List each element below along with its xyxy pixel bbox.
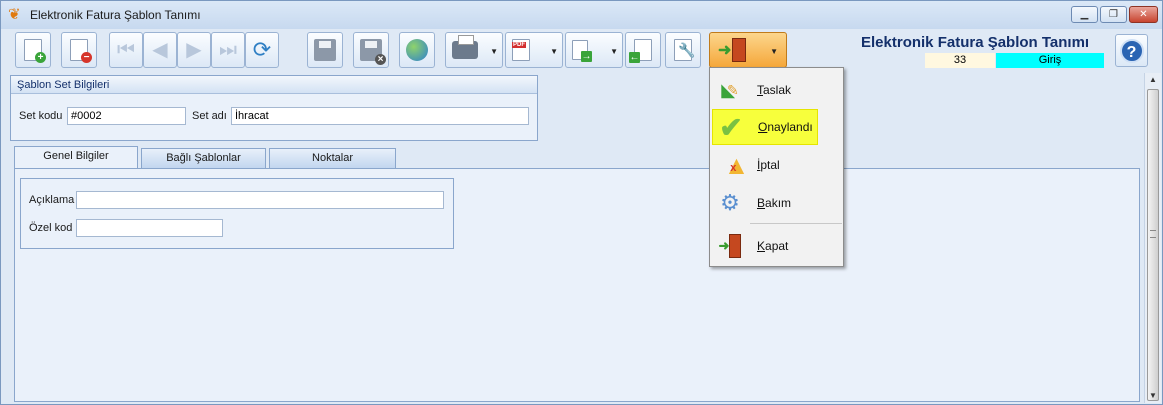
tools-button[interactable]: 🔧 — [665, 32, 701, 68]
tab-points[interactable]: Noktalar — [269, 148, 396, 168]
set-name-field[interactable]: İhracat — [231, 107, 529, 125]
title-bar: ❦ Elektronik Fatura Şablon Tanımı ▁ ❐ ✕ — [1, 1, 1162, 29]
butterfly-icon: ❦ — [8, 6, 21, 23]
set-code-field[interactable]: #0002 — [67, 107, 186, 125]
next-record-icon: ▶ — [186, 39, 202, 61]
first-record-button[interactable]: ⏮ — [109, 32, 143, 68]
menu-item-close[interactable]: ➜ Kapat — [712, 228, 841, 264]
copy-icon: → — [572, 40, 592, 62]
menu-item-label-rest: aslak — [763, 83, 792, 97]
template-set-group: Şablon Set Bilgileri Set kodu #0002 Set … — [10, 75, 538, 141]
set-code-label: Set kodu — [19, 110, 63, 122]
group-title: Şablon Set Bilgileri — [11, 76, 537, 94]
web-icon — [406, 39, 428, 61]
exit-door-icon: ➜ — [715, 231, 745, 261]
description-label: Açıklama — [29, 194, 75, 206]
print-icon — [452, 35, 478, 59]
menu-item-label-rest: naylandı — [767, 120, 813, 134]
chevron-down-icon[interactable]: ▼ — [770, 47, 778, 56]
tools-icon: 🔧 — [674, 39, 695, 61]
status-menu: ◣ ✎ Taslak ✔ Onaylandı ▲ x İptal ⚙ Bakım ➜… — [709, 67, 844, 267]
menu-divider — [750, 223, 842, 224]
refresh-icon: ⟳ — [252, 37, 272, 62]
next-record-button[interactable]: ▶ — [177, 32, 211, 68]
last-record-icon: ⏭ — [219, 39, 237, 61]
save-close-button[interactable]: × — [353, 32, 389, 68]
menu-item-label-first: K — [757, 239, 766, 253]
menu-item-maintenance[interactable]: ⚙ Bakım — [712, 185, 841, 221]
page-title: Elektronik Fatura Şablon Tanımı — [861, 34, 1090, 51]
save-close-icon: × — [360, 39, 386, 65]
import-icon: ← — [629, 39, 652, 63]
first-record-icon: ⏮ — [117, 39, 135, 61]
main-window: ❦ Elektronik Fatura Şablon Tanımı ▁ ❐ ✕ … — [0, 0, 1163, 405]
chevron-down-icon[interactable]: ▼ — [490, 47, 498, 56]
delete-button[interactable]: − — [61, 32, 97, 68]
previous-record-button[interactable]: ◀ — [143, 32, 177, 68]
import-button[interactable]: ← — [625, 32, 661, 68]
grip-icon — [1150, 230, 1156, 238]
vertical-scrollbar[interactable]: ▲ ▼ — [1144, 73, 1161, 403]
chevron-down-icon[interactable]: ▼ — [610, 47, 618, 56]
tab-general[interactable]: Genel Bilgiler — [14, 146, 138, 169]
print-button[interactable]: ▼ — [445, 32, 503, 68]
special-code-label: Özel kod — [29, 222, 73, 234]
pdf-label: PDF — [512, 42, 526, 48]
menu-item-label-rest: akım — [765, 196, 792, 210]
checkmark-icon: ✔ — [719, 111, 743, 143]
menu-item-label-rest: ptal — [760, 158, 780, 172]
menu-item-label-rest: apat — [765, 239, 789, 253]
menu-item-draft[interactable]: ◣ ✎ Taslak — [712, 72, 841, 108]
minimize-button[interactable]: ▁ — [1071, 6, 1098, 23]
copy-button[interactable]: → ▼ — [565, 32, 623, 68]
close-button[interactable]: ✕ — [1129, 6, 1158, 23]
menu-item-cancel[interactable]: ▲ x İptal — [712, 147, 841, 183]
general-tab-panel: Açıklama Özel kod — [14, 168, 1140, 402]
pdf-export-button[interactable]: PDF ▼ — [505, 32, 563, 68]
help-icon: ? — [1119, 38, 1144, 63]
status-button[interactable]: ➜ ▼ — [709, 32, 787, 68]
previous-record-icon: ◀ — [152, 39, 168, 61]
pdf-export-icon: PDF — [512, 39, 530, 61]
save-icon — [314, 39, 336, 61]
scroll-down-icon[interactable]: ▼ — [1145, 389, 1161, 403]
last-record-button[interactable]: ⏭ — [211, 32, 245, 68]
general-info-group: Açıklama Özel kod — [20, 178, 454, 249]
special-code-field[interactable] — [76, 219, 223, 237]
new-document-icon: + — [24, 39, 46, 63]
arrow-right-icon: ➜ — [718, 42, 732, 59]
exit-door-icon — [732, 38, 747, 62]
window-title: Elektronik Fatura Şablon Tanımı — [30, 8, 201, 22]
draft-pencil-icon: ◣ ✎ — [721, 79, 739, 100]
mode-status: Giriş — [996, 53, 1104, 68]
delete-document-icon: − — [70, 39, 92, 63]
scroll-thumb[interactable] — [1147, 89, 1159, 401]
warning-cancel-icon: ▲ x — [723, 149, 750, 180]
restore-button[interactable]: ❐ — [1100, 6, 1127, 23]
chevron-down-icon[interactable]: ▼ — [550, 47, 558, 56]
set-name-label: Set adı — [192, 110, 227, 122]
help-button[interactable]: ? — [1115, 34, 1148, 67]
description-field[interactable] — [76, 191, 444, 209]
scroll-up-icon[interactable]: ▲ — [1145, 73, 1161, 87]
record-number: 33 — [925, 53, 995, 68]
menu-item-approved[interactable]: ✔ Onaylandı — [712, 109, 818, 145]
tab-linked-templates[interactable]: Bağlı Şablonlar — [141, 148, 266, 168]
menu-item-label-first: O — [758, 120, 768, 134]
menu-item-label-first: B — [757, 196, 766, 210]
web-button[interactable] — [399, 32, 435, 68]
save-button[interactable] — [307, 32, 343, 68]
refresh-button[interactable]: ⟳ — [245, 32, 279, 68]
new-button[interactable]: + — [15, 32, 51, 68]
maintenance-gear-icon: ⚙ — [720, 190, 740, 215]
